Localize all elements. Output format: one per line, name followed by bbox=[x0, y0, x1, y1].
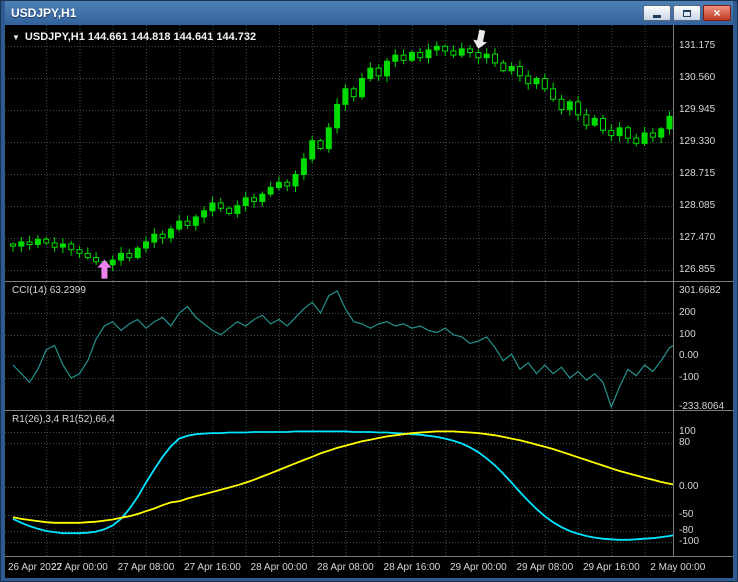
minimize-icon bbox=[653, 15, 661, 18]
cci-plot[interactable] bbox=[5, 282, 673, 410]
axis-tick: -50 bbox=[679, 508, 694, 520]
axis-tick: 128.085 bbox=[679, 200, 716, 212]
axis-tick: 128.715 bbox=[679, 167, 716, 179]
panel-separator-main-cci[interactable] bbox=[5, 281, 733, 282]
candles bbox=[10, 41, 673, 271]
window-title: USDJPY,H1 bbox=[11, 6, 77, 20]
close-icon: × bbox=[713, 6, 721, 20]
window-titlebar[interactable]: USDJPY,H1 × bbox=[5, 1, 733, 25]
axis-tick: 80 bbox=[679, 437, 691, 448]
axis-tick: 129.945 bbox=[679, 103, 716, 115]
axis-tick: -80 bbox=[679, 525, 694, 536]
window-controls: × bbox=[643, 5, 733, 21]
buy-arrow bbox=[97, 259, 112, 279]
axis-tick: 126.855 bbox=[679, 264, 716, 276]
axis-tick: -100 bbox=[679, 372, 700, 383]
cci-indicator-label: CCI(14) 63.2399 bbox=[12, 285, 86, 296]
time-label: 29 Apr 16:00 bbox=[582, 562, 640, 573]
grid-lines bbox=[5, 25, 673, 281]
cci-line bbox=[12, 290, 673, 409]
collapse-arrow-icon[interactable]: ▼ bbox=[12, 33, 20, 42]
grid-lines bbox=[5, 411, 673, 556]
restore-button[interactable] bbox=[673, 5, 701, 21]
r1-slow-line bbox=[12, 430, 673, 524]
axis-tick: 0.00 bbox=[679, 481, 699, 492]
time-label: 28 Apr 08:00 bbox=[317, 562, 374, 573]
minimize-button[interactable] bbox=[643, 5, 671, 21]
time-label: 27 Apr 16:00 bbox=[184, 562, 241, 573]
r1-plot[interactable] bbox=[5, 411, 673, 556]
time-label: 27 Apr 08:00 bbox=[117, 562, 175, 573]
axis-tick: 131.175 bbox=[679, 40, 716, 52]
axis-tick: 127.470 bbox=[679, 232, 716, 244]
restore-icon bbox=[683, 9, 691, 17]
chart-window: USDJPY,H1 × ▼ USDJPY,H1 144.661 144.818 … bbox=[0, 0, 738, 582]
ohlc-label: USDJPY,H1 144.661 144.818 144.641 144.73… bbox=[24, 31, 257, 43]
axis-tick: 200 bbox=[679, 307, 696, 319]
axis-tick: 129.330 bbox=[679, 135, 716, 147]
time-label: 29 Apr 08:00 bbox=[516, 562, 574, 573]
time-label: 28 Apr 16:00 bbox=[383, 562, 441, 573]
price-axis[interactable]: 131.175 130.560 129.945 129.330 128.715 128.0… bbox=[674, 25, 733, 557]
axis-tick: 130.560 bbox=[679, 71, 716, 83]
axis-tick: 0.00 bbox=[679, 350, 699, 362]
time-label: 2 May 00:00 bbox=[650, 562, 706, 573]
time-label: 27 Apr 00:00 bbox=[51, 562, 108, 573]
r1-indicator-label: R1(26),3,4 R1(52),66,4 bbox=[12, 414, 115, 425]
sell-arrow bbox=[473, 29, 487, 49]
axis-tick: 301.6682 bbox=[679, 285, 721, 296]
time-axis[interactable]: 26 Apr 2022 27 Apr 00:00 27 Apr 08:00 27 Ap… bbox=[5, 557, 733, 578]
axis-tick: -100 bbox=[679, 536, 700, 547]
panel-separator-cci-r1[interactable] bbox=[5, 410, 733, 411]
close-button[interactable]: × bbox=[703, 5, 731, 21]
grid-lines bbox=[5, 282, 673, 410]
r1-fast-line bbox=[12, 430, 673, 541]
ohlc-label-row: ▼ USDJPY,H1 144.661 144.818 144.641 144.… bbox=[12, 31, 256, 43]
axis-tick: 100 bbox=[679, 328, 696, 340]
axis-tick: -233.8064 bbox=[679, 400, 725, 412]
chart-client-area: ▼ USDJPY,H1 144.661 144.818 144.641 144.… bbox=[5, 25, 733, 578]
time-label: 29 Apr 00:00 bbox=[450, 562, 507, 573]
candlestick-plot[interactable] bbox=[5, 25, 673, 281]
axis-tick: 100 bbox=[679, 426, 696, 437]
time-label: 28 Apr 00:00 bbox=[250, 562, 308, 573]
